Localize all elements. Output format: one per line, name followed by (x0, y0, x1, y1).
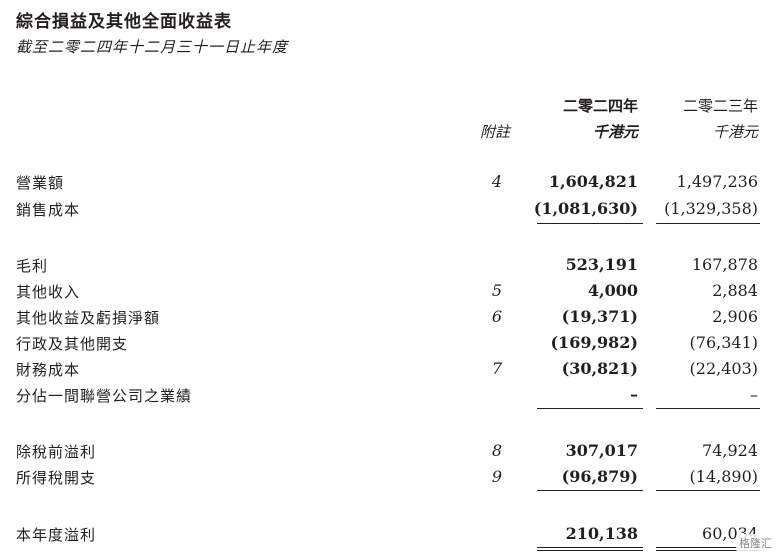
subtotal-rule-2024 (537, 490, 643, 491)
row-value-2023: 1,497,236 (676, 172, 758, 191)
row-value-2023: (76,341) (689, 333, 758, 352)
column-header-2024: 二零二四年 (562, 97, 638, 115)
row-value-2024: 1,604,821 (548, 172, 638, 191)
total-double-rule-2024 (537, 550, 643, 551)
row-label: 除稅前溢利 (16, 443, 97, 461)
row-value-2023: (14,890) (689, 467, 758, 486)
unit-header-2024: 千港元 (592, 123, 638, 141)
row-value-2024: (96,879) (561, 467, 638, 486)
row-label: 其他收益及虧損淨額 (16, 309, 161, 327)
subtotal-rule-2023 (656, 490, 760, 491)
subtotal-rule-2024 (537, 408, 643, 409)
row-value-2024: 4,000 (587, 281, 638, 300)
subtotal-rule-2024 (537, 223, 643, 224)
total-double-rule-2024 (537, 547, 643, 548)
row-value-2024: (30,821) (561, 359, 638, 378)
row-value-2023: (1,329,358) (664, 199, 758, 218)
row-value-2024: (19,371) (561, 307, 638, 326)
row-value-2024: 307,017 (565, 441, 638, 460)
row-value-2023: (22,403) (689, 359, 758, 378)
row-value-2023: 74,924 (702, 441, 758, 460)
statement-period: 截至二零二四年十二月三十一日止年度 (16, 38, 289, 56)
row-note: 6 (491, 307, 503, 326)
row-value-2024: 523,191 (565, 255, 638, 274)
row-label: 其他收入 (16, 283, 81, 301)
row-label: 本年度溢利 (16, 526, 97, 544)
row-value-2023: 2,906 (712, 307, 758, 326)
row-value-2023: – (750, 385, 758, 404)
subtotal-rule-2023 (656, 223, 760, 224)
row-label: 營業額 (16, 174, 65, 192)
row-value-2023: 2,884 (712, 281, 758, 300)
row-label: 所得稅開支 (16, 469, 97, 487)
row-value-2024: (169,982) (550, 333, 638, 352)
row-note: 9 (491, 467, 503, 486)
row-label: 分佔一間聯營公司之業績 (16, 387, 193, 405)
row-label: 財務成本 (16, 361, 81, 379)
row-label: 毛利 (16, 257, 49, 275)
row-value-2024: – (630, 385, 638, 404)
subtotal-rule-2023 (656, 408, 760, 409)
row-note: 8 (491, 441, 503, 460)
note-column-header: 附註 (480, 123, 511, 141)
row-label: 行政及其他開支 (16, 335, 129, 353)
row-value-2023: 167,878 (691, 255, 758, 274)
row-value-2024: (1,081,630) (533, 199, 638, 218)
statement-title: 綜合損益及其他全面收益表 (16, 12, 232, 32)
unit-header-2023: 千港元 (712, 123, 758, 141)
row-value-2024: 210,138 (565, 524, 638, 543)
row-note: 5 (491, 281, 503, 300)
row-note: 7 (491, 359, 503, 378)
row-note: 4 (491, 172, 503, 191)
watermark-logo: 格隆汇 (736, 534, 775, 552)
column-header-2023: 二零二三年 (682, 97, 758, 115)
row-label: 銷售成本 (16, 201, 81, 219)
